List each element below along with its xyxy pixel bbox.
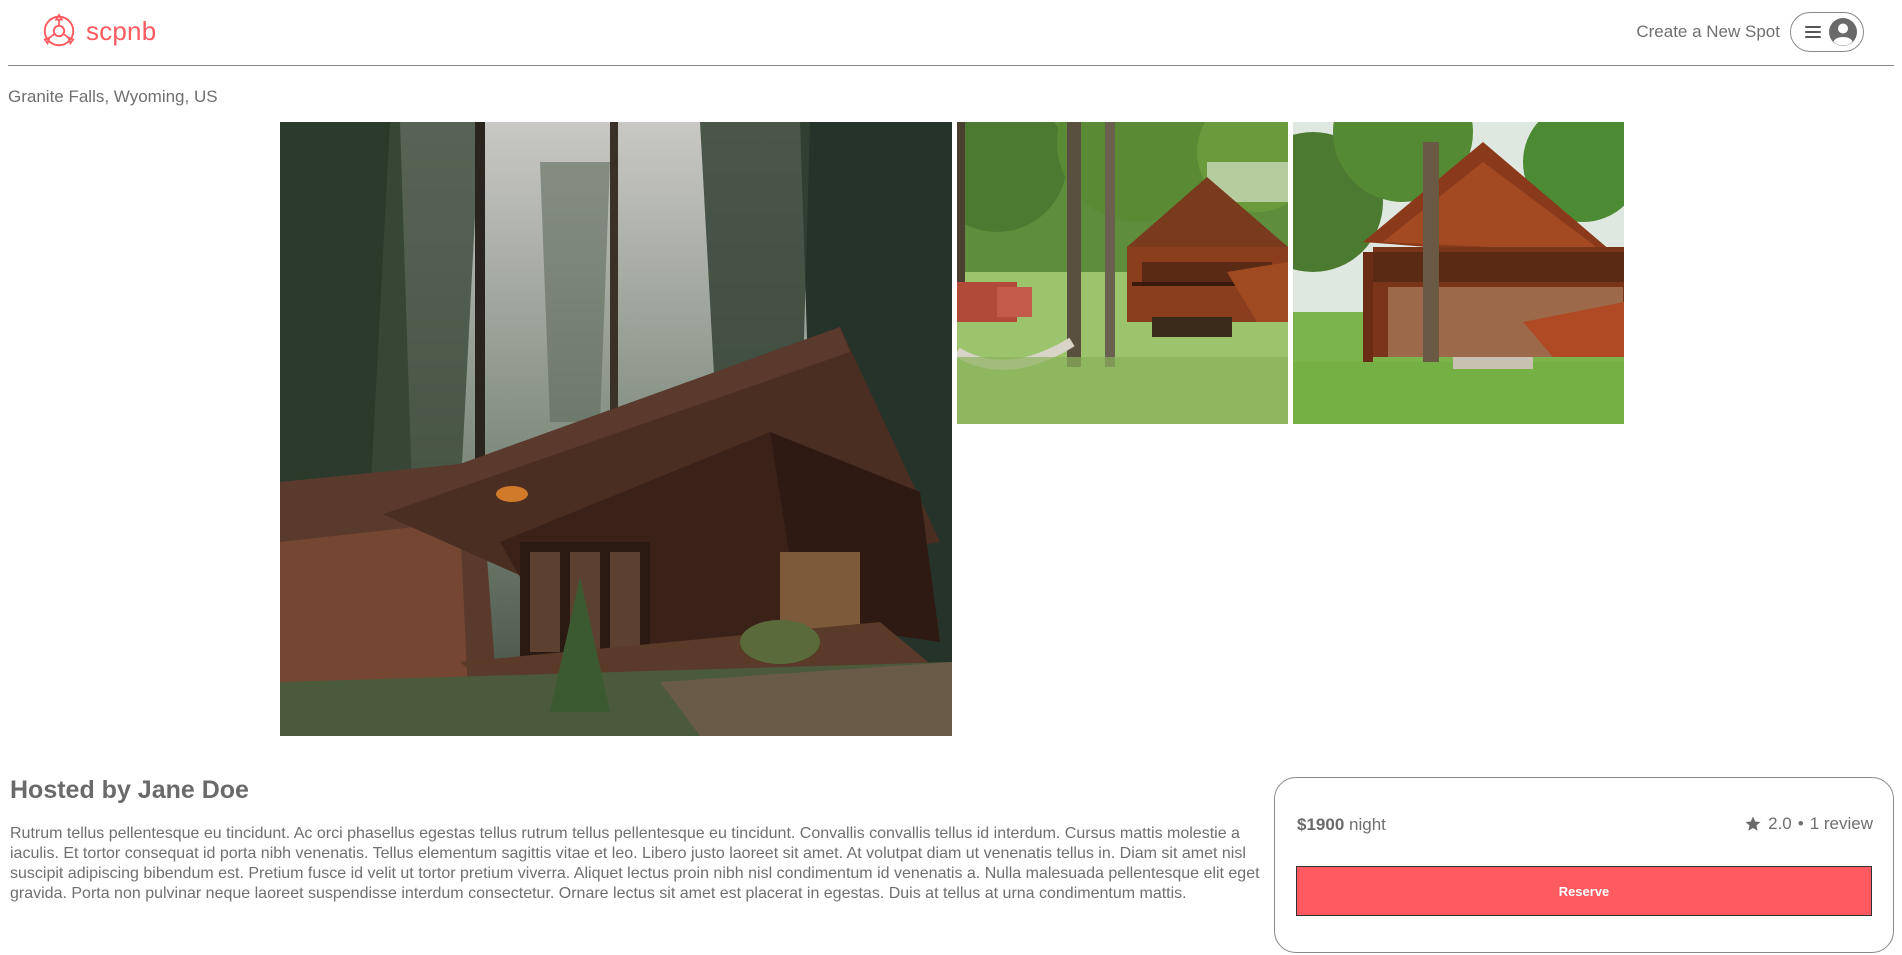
header: scpnb Create a New Spot [8,0,1894,66]
spot-image-main [280,122,952,736]
logo-text: scpnb [86,15,157,46]
logo[interactable]: scpnb [40,12,156,50]
price-per-night: $1900 night [1297,815,1386,835]
spot-image-3 [1293,122,1624,424]
spot-location: Granite Falls, Wyoming, US [8,87,218,106]
star-icon [1745,816,1761,831]
price-unit: night [1349,815,1386,834]
spot-description: Rutrum tellus pellentesque eu tincidunt.… [10,825,1260,902]
booking-card: $1900 night 2.0 • 1 review Reserve [1274,777,1894,953]
rating-separator: • [1797,814,1804,833]
reserve-button[interactable]: Reserve [1296,866,1872,916]
review-count: 1 review [1809,814,1873,833]
host-title: Hosted by Jane Doe [10,776,249,804]
price-amount: $1900 [1297,815,1345,834]
create-new-spot-link[interactable]: Create a New Spot [1636,22,1780,42]
hamburger-icon [1805,26,1821,38]
rating-value: 2.0 [1768,814,1792,833]
profile-menu-button[interactable] [1790,12,1864,52]
logo-icon [43,13,75,47]
user-circle-icon [1829,18,1857,46]
rating-summary: 2.0 • 1 review [1744,814,1873,834]
spot-image-2 [957,122,1288,424]
